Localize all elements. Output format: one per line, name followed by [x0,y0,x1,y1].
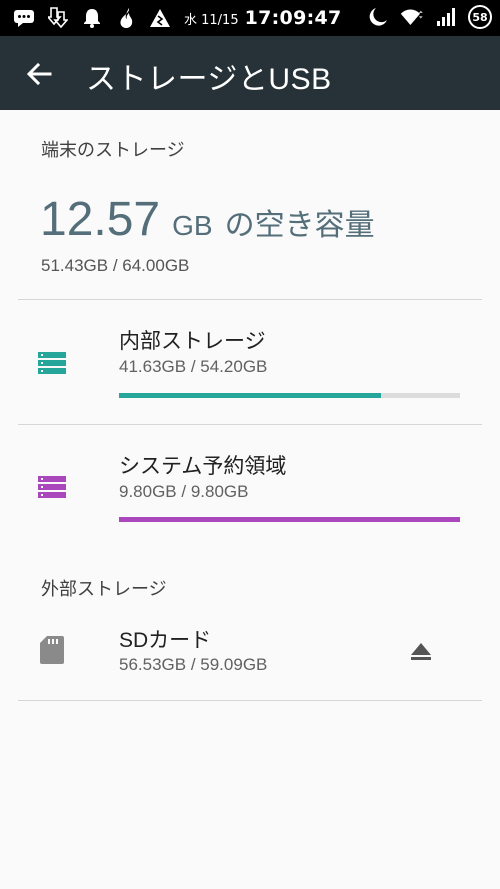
free-space-summary: 12.57 GB の空き容量 [40,192,375,247]
item-usage: 41.63GB / 54.20GB [119,357,268,376]
free-space-value: 12.57 [40,193,161,246]
download-icon [46,6,70,30]
usage-bar [119,517,460,522]
app-bar: ストレージとUSB [0,36,500,110]
external-storage-header: 外部ストレージ [41,579,167,599]
device-used-total: 51.43GB / 64.00GB [41,256,190,275]
status-bar: 水 11/15 17:09:47 58 [0,0,500,36]
internal-storage-item[interactable]: 内部ストレージ 41.63GB / 54.20GB [0,300,500,424]
free-space-unit: GB [172,210,213,241]
status-datetime: 水 11/15 17:09:47 [184,7,342,29]
usage-bar-fill [119,517,460,522]
eject-button[interactable] [404,637,438,667]
sd-card-icon [40,636,64,668]
flame-icon [114,6,138,30]
page-title: ストレージとUSB [86,63,332,96]
divider [18,700,482,701]
item-title: SDカード [119,629,212,652]
storage-stack-icon [38,352,66,378]
free-space-label: の空き容量 [224,209,375,242]
status-clock: 17:09:47 [244,7,342,29]
item-title: システム予約領域 [119,455,287,478]
device-storage-header: 端末のストレージ [41,140,185,160]
item-usage: 9.80GB / 9.80GB [119,482,249,501]
battery-level: 58 [472,10,488,24]
signal-icon [434,5,458,29]
system-reserved-item[interactable]: システム予約領域 9.80GB / 9.80GB [0,425,500,551]
bell-icon [80,6,104,30]
item-usage: 56.53GB / 59.09GB [119,655,268,674]
item-title: 内部ストレージ [119,330,266,353]
storage-stack-icon [38,476,66,502]
status-date: 水 11/15 [184,13,239,28]
moon-icon [366,5,390,29]
arrow-back-icon [26,62,52,86]
wifi-icon [400,5,424,29]
battery-icon: 58 [468,5,492,29]
usage-bar-fill [119,393,381,398]
warning-icon [148,6,172,30]
system-icons: 58 [366,5,492,29]
notification-icons [12,6,172,30]
eject-icon [411,643,431,660]
usage-bar [119,393,460,398]
message-icon [12,6,36,30]
back-button[interactable] [22,57,56,91]
